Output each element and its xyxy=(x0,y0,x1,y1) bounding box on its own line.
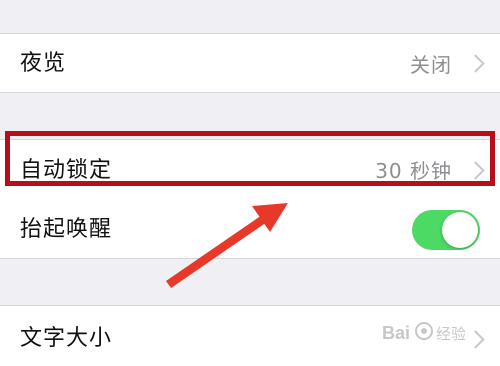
svg-text:Bai: Bai xyxy=(382,323,410,343)
svg-text:经验: 经验 xyxy=(436,325,466,343)
pointer-arrow-icon xyxy=(166,203,288,288)
baidu-jingyan-watermark-icon: Bai 经验 xyxy=(382,322,466,343)
arrow-shaft xyxy=(166,215,267,288)
